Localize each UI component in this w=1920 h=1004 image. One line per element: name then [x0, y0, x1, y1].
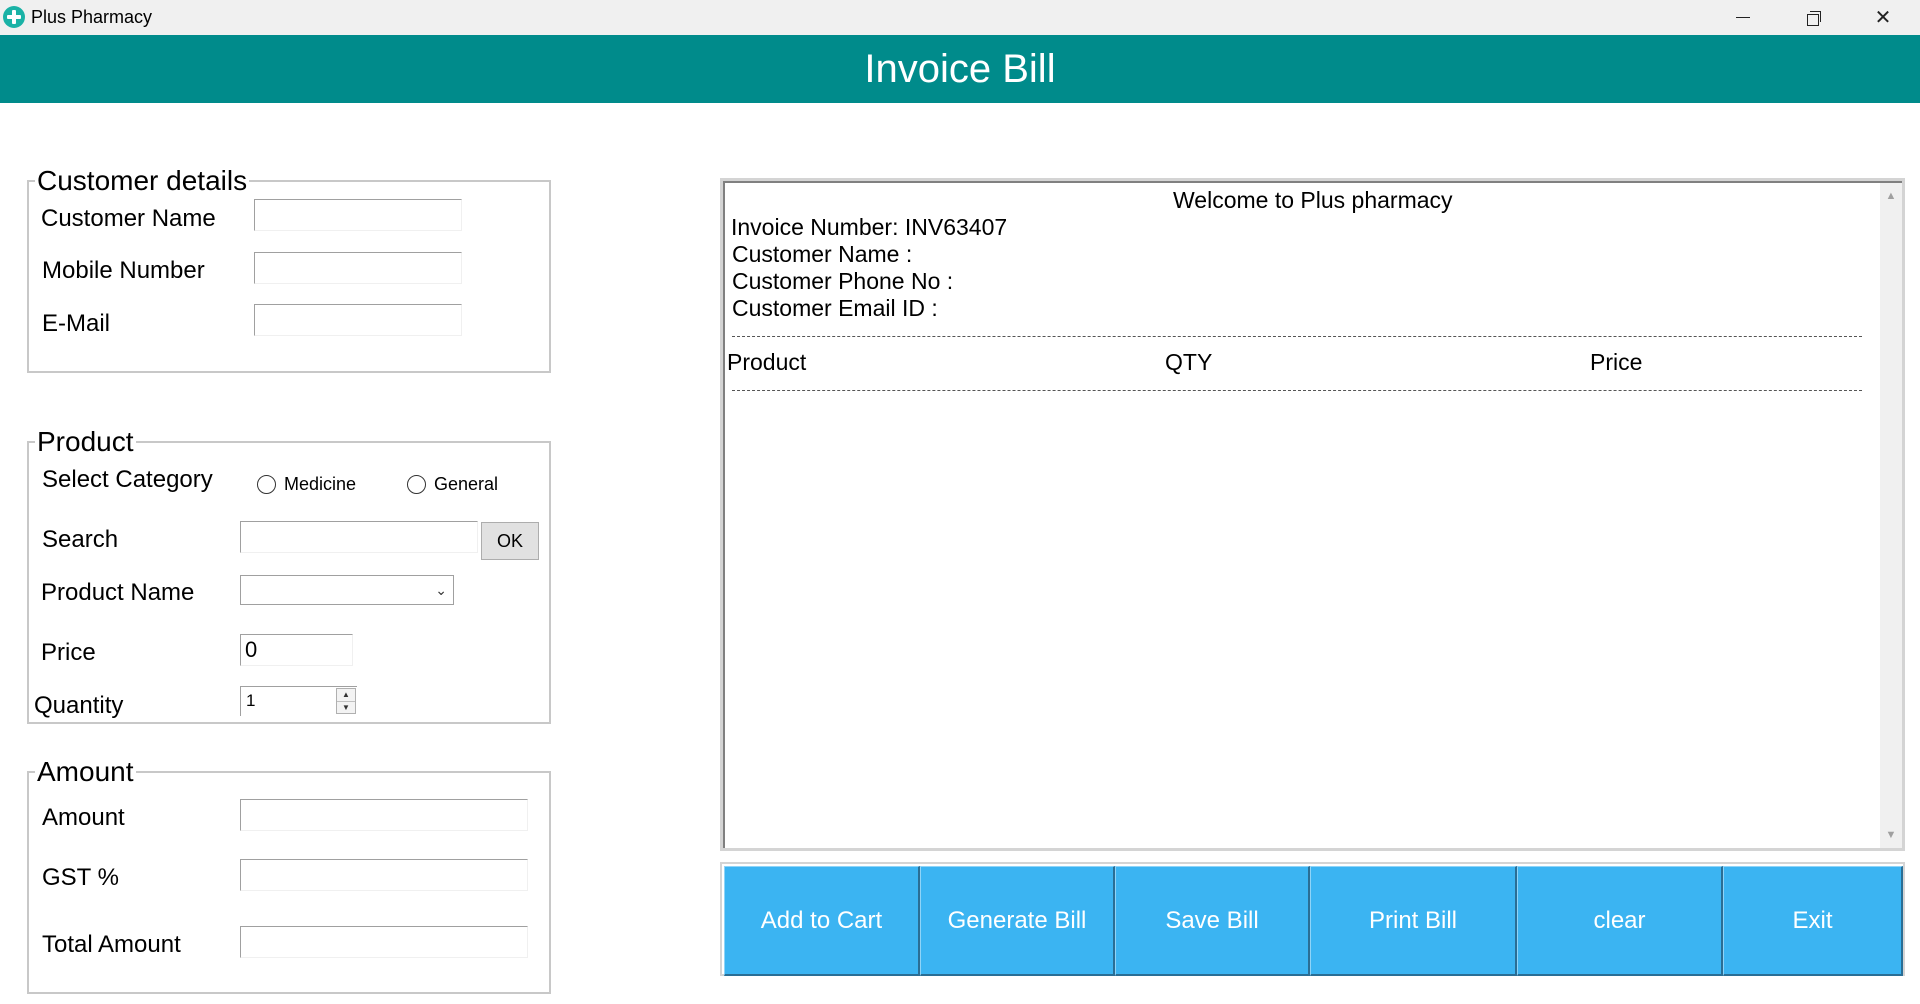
product-name-label: Product Name [41, 579, 195, 606]
bill-customer-email: Customer Email ID : [732, 295, 938, 321]
bill-customer-name: Customer Name : [732, 241, 913, 267]
maximize-button[interactable] [1778, 0, 1848, 35]
customer-name-label: Customer Name [41, 205, 216, 232]
bill-divider [732, 390, 1862, 391]
page-header: Invoice Bill [0, 35, 1920, 103]
exit-button[interactable]: Exit [1723, 866, 1903, 976]
price-input[interactable]: 0 [240, 634, 353, 666]
email-label: E-Mail [42, 310, 111, 337]
bill-textarea[interactable]: Welcome to Plus pharmacy Invoice Number:… [720, 178, 1905, 851]
minimize-icon [1736, 16, 1750, 19]
bill-scrollbar[interactable]: ▲ ▼ [1880, 183, 1902, 848]
bill-column-price: Price [1590, 349, 1643, 375]
bill-divider [732, 336, 1862, 337]
minimize-button[interactable] [1708, 0, 1778, 35]
restore-icon [1806, 11, 1821, 26]
close-button[interactable]: ✕ [1848, 0, 1918, 35]
stepper-up-icon[interactable]: ▲ [337, 689, 355, 702]
bill-customer-phone: Customer Phone No : [732, 268, 954, 294]
radio-medicine[interactable]: Medicine [257, 474, 356, 495]
radio-general-label: General [434, 474, 499, 494]
print-bill-button[interactable]: Print Bill [1310, 866, 1517, 976]
generate-bill-button[interactable]: Generate Bill [920, 866, 1115, 976]
close-icon: ✕ [1874, 7, 1892, 29]
quantity-stepper[interactable]: 1 ▲ ▼ [240, 686, 357, 716]
window-title: Plus Pharmacy [31, 7, 153, 27]
scroll-up-icon[interactable]: ▲ [1880, 185, 1902, 207]
email-input[interactable] [254, 304, 462, 336]
customer-name-input[interactable] [254, 199, 462, 231]
price-label: Price [41, 639, 96, 666]
product-name-select[interactable]: ⌄ [240, 575, 454, 605]
bill-welcome: Welcome to Plus pharmacy [1173, 187, 1453, 213]
bill-content: Welcome to Plus pharmacy Invoice Number:… [723, 181, 1902, 848]
stepper-down-icon[interactable]: ▼ [337, 702, 355, 714]
gst-input[interactable] [240, 859, 528, 891]
clear-button[interactable]: clear [1517, 866, 1723, 976]
amount-label: Amount [42, 804, 125, 831]
search-ok-button[interactable]: OK [481, 522, 539, 560]
total-amount-input[interactable] [240, 926, 528, 958]
window-titlebar: Plus Pharmacy ✕ [0, 0, 1920, 35]
bill-invoice-number: Invoice Number: INV63407 [731, 214, 1008, 240]
scroll-down-icon[interactable]: ▼ [1880, 824, 1902, 846]
save-bill-button[interactable]: Save Bill [1115, 866, 1310, 976]
radio-general[interactable]: General [407, 474, 498, 495]
select-category-label: Select Category [42, 466, 213, 493]
pharmacy-cross-icon [3, 6, 25, 28]
quantity-value: 1 [246, 691, 256, 710]
radio-circle-icon [257, 475, 276, 494]
bill-column-qty: QTY [1165, 349, 1213, 375]
radio-circle-icon [407, 475, 426, 494]
quantity-label: Quantity [34, 692, 124, 719]
add-to-cart-button[interactable]: Add to Cart [724, 866, 920, 976]
stepper-buttons[interactable]: ▲ ▼ [336, 688, 356, 714]
gst-label: GST % [42, 864, 119, 891]
amount-legend: Amount [37, 756, 134, 787]
page-title: Invoice Bill [864, 46, 1056, 91]
search-input[interactable] [240, 521, 478, 553]
radio-medicine-label: Medicine [284, 474, 357, 494]
action-button-bar: Add to Cart Generate Bill Save Bill Prin… [720, 862, 1905, 976]
total-amount-label: Total Amount [42, 931, 181, 958]
mobile-number-label: Mobile Number [42, 257, 205, 284]
mobile-number-input[interactable] [254, 252, 462, 284]
chevron-down-icon: ⌄ [435, 582, 447, 598]
customer-details-legend: Customer details [37, 165, 248, 196]
product-legend: Product [37, 426, 134, 457]
amount-input[interactable] [240, 799, 528, 831]
search-label: Search [42, 526, 119, 553]
bill-column-product: Product [727, 349, 807, 375]
